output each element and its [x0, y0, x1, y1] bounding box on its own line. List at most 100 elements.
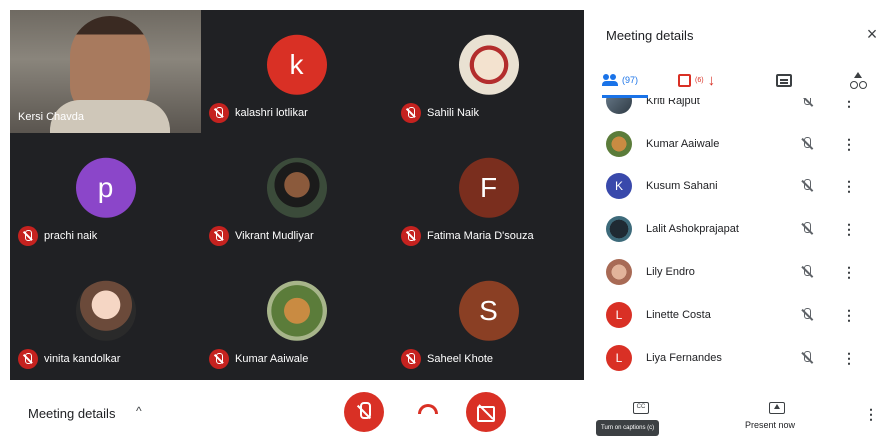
tile-name: Saheel Khote: [427, 353, 494, 365]
tab-people[interactable]: (97): [602, 62, 649, 98]
participant-name: Lalit Ashokprajapat: [646, 223, 739, 235]
present-screen-icon[interactable]: [769, 402, 785, 414]
list-item[interactable]: Lalit Ashokprajapat ⋮: [590, 208, 889, 250]
mic-off-icon: [800, 178, 814, 194]
tile-name: Fatima Maria D'souza: [427, 230, 534, 242]
avatar: [606, 216, 632, 242]
tile-nameplate: Vikrant Mudliyar: [209, 226, 314, 246]
avatar: L: [606, 345, 632, 371]
tab-tasks[interactable]: (6) ↓: [678, 62, 715, 98]
mic-toggle-button[interactable]: [344, 392, 384, 432]
panel-tabs: (97) (6) ↓: [590, 62, 889, 98]
mic-off-icon: [18, 349, 38, 369]
video-tile-kumar[interactable]: Kumar Aaiwale: [201, 256, 392, 379]
mic-off-icon: [800, 221, 814, 237]
more-vert-icon[interactable]: ⋮: [842, 136, 856, 153]
activities-icon: [850, 72, 866, 89]
avatar: [606, 259, 632, 285]
more-vert-icon[interactable]: ⋮: [842, 98, 856, 110]
mic-off-icon: [401, 103, 421, 123]
tile-nameplate: vinita kandolkar: [18, 349, 120, 369]
mic-off-icon: [209, 103, 229, 123]
participant-name: Lily Endro: [646, 266, 695, 278]
close-icon[interactable]: ×: [862, 24, 882, 44]
more-vert-icon[interactable]: ⋮: [842, 264, 856, 281]
video-tile-prachi[interactable]: p prachi naik: [10, 133, 201, 256]
captions-tooltip: Turn on captions (c): [596, 420, 660, 436]
mic-off-icon: [800, 98, 814, 109]
participant-name: Liya Fernandes: [646, 352, 722, 364]
video-tile-vinita[interactable]: vinita kandolkar: [10, 256, 201, 379]
video-tile-fatima[interactable]: F Fatima Maria D'souza: [393, 133, 584, 256]
tile-nameplate: Sahili Naik: [401, 103, 479, 123]
participant-name: Kriti Rajput: [646, 98, 700, 107]
tile-name: kalashri lotlikar: [235, 107, 308, 119]
more-vert-icon[interactable]: ⋮: [842, 307, 856, 324]
tile-nameplate: Saheel Khote: [401, 349, 493, 369]
list-item[interactable]: Kriti Rajput ⋮: [590, 98, 889, 122]
list-item[interactable]: L Liya Fernandes ⋮: [590, 337, 889, 379]
video-tile-vikrant[interactable]: Vikrant Mudliyar: [201, 133, 392, 256]
tile-name: vinita kandolkar: [44, 353, 121, 365]
list-item[interactable]: Lily Endro ⋮: [590, 251, 889, 293]
tile-nameplate: Kersi Chavda: [18, 111, 84, 123]
avatar: [606, 98, 632, 114]
avatar: [75, 280, 136, 341]
video-tile-kersi[interactable]: Kersi Chavda: [10, 10, 201, 133]
tab-activities[interactable]: [850, 62, 866, 98]
people-count: (97): [622, 75, 639, 85]
hang-up-icon[interactable]: [418, 404, 438, 414]
list-item[interactable]: K Kusum Sahani ⋮: [590, 165, 889, 207]
tile-name: Kersi Chavda: [18, 111, 85, 123]
tile-nameplate: Kumar Aaiwale: [209, 349, 308, 369]
meeting-details-button[interactable]: Meeting details: [28, 406, 115, 421]
avatar: [266, 157, 327, 218]
tile-nameplate: kalashri lotlikar: [209, 103, 308, 123]
more-vert-icon[interactable]: ⋮: [842, 178, 856, 195]
bottom-control-bar: Meeting details ^ CC Turn on captions (c…: [0, 380, 889, 439]
mic-off-icon: [209, 349, 229, 369]
avatar: [458, 34, 519, 95]
mic-off-icon: [401, 349, 421, 369]
avatar: S: [458, 280, 519, 341]
tile-nameplate: prachi naik: [18, 226, 97, 246]
chevron-up-icon[interactable]: ^: [136, 404, 142, 418]
tile-name: Kumar Aaiwale: [235, 353, 309, 365]
list-item[interactable]: L Linette Costa ⋮: [590, 294, 889, 336]
avatar: [266, 280, 327, 341]
video-tile-sahili[interactable]: Sahili Naik: [393, 10, 584, 133]
participant-name: Kusum Sahani: [646, 180, 718, 192]
people-icon: [602, 74, 618, 86]
meet-window: Kersi Chavda k kalashri lotlikar Sahili …: [0, 0, 889, 439]
avatar: K: [606, 173, 632, 199]
avatar: L: [606, 302, 632, 328]
avatar: p: [75, 157, 136, 218]
avatar: [606, 131, 632, 157]
more-vert-icon[interactable]: ⋮: [842, 221, 856, 238]
video-grid: Kersi Chavda k kalashri lotlikar Sahili …: [10, 10, 584, 380]
mic-off-icon: [800, 307, 814, 323]
camera-toggle-button[interactable]: [466, 392, 506, 432]
avatar: k: [266, 34, 327, 95]
chat-icon: [776, 73, 792, 87]
list-item[interactable]: Kumar Aaiwale ⋮: [590, 123, 889, 165]
meeting-details-panel: Meeting details × (97) (6) ↓ Kriti Rajpu…: [590, 10, 889, 380]
more-options-icon[interactable]: ⋮: [864, 406, 878, 423]
more-vert-icon[interactable]: ⋮: [842, 350, 856, 367]
captions-icon[interactable]: CC: [633, 402, 649, 414]
panel-title: Meeting details: [606, 28, 694, 43]
tasks-count: (6): [695, 76, 704, 84]
video-tile-saheel[interactable]: S Saheel Khote: [393, 256, 584, 379]
present-now-button[interactable]: Present now: [745, 420, 795, 430]
tile-name: Vikrant Mudliyar: [235, 230, 314, 242]
tab-chat[interactable]: [776, 62, 792, 98]
mic-off-icon: [800, 350, 814, 366]
arrow-down-icon: ↓: [707, 71, 716, 89]
tile-name: prachi naik: [44, 230, 98, 242]
mic-off-icon: [800, 264, 814, 280]
participants-list: Kriti Rajput ⋮ Kumar Aaiwale ⋮ K Kusum S…: [590, 98, 889, 380]
video-tile-kalashri[interactable]: k kalashri lotlikar: [201, 10, 392, 133]
mic-off-icon: [209, 226, 229, 246]
task-check-icon: [678, 73, 691, 87]
participant-name: Linette Costa: [646, 309, 711, 321]
